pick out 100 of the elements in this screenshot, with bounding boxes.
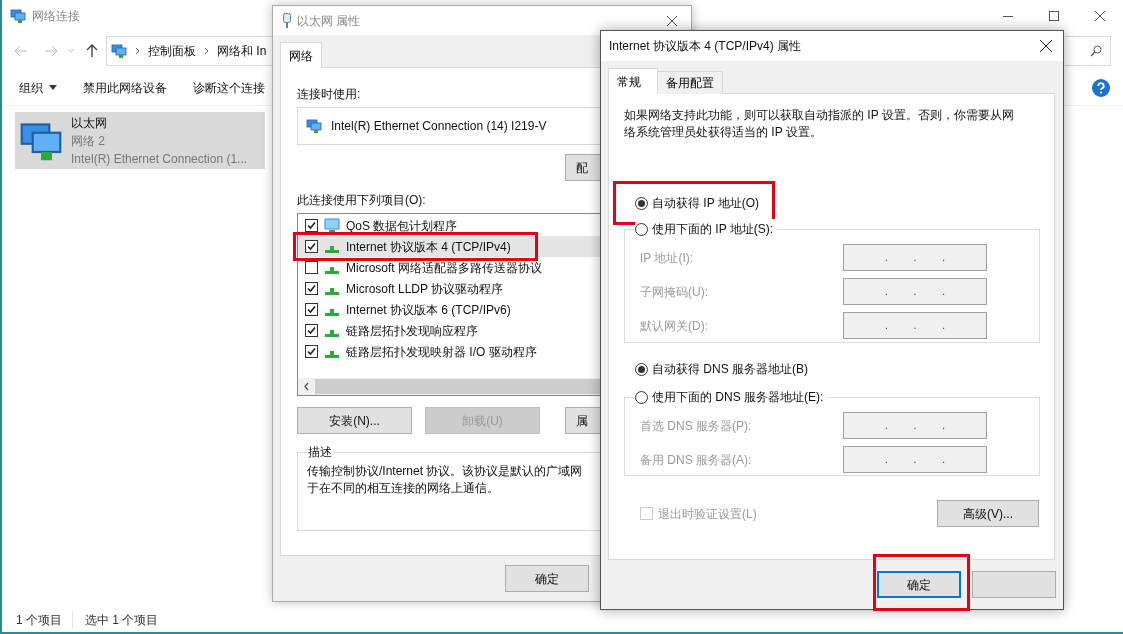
list-item[interactable]: QoS 数据包计划程序 <box>298 215 600 236</box>
list-item-label: Internet 协议版本 6 (TCP/IPv6) <box>346 301 511 319</box>
up-arrow-icon[interactable] <box>86 44 98 58</box>
octet-separator: . <box>913 453 917 467</box>
radio-button[interactable] <box>635 390 648 404</box>
button[interactable]: 配 <box>565 154 600 181</box>
toolbar-button[interactable]: 组织 <box>19 78 57 97</box>
maximize-icon <box>1049 11 1059 21</box>
network-protocol-icon <box>325 288 339 295</box>
list-item-label: Internet 协议版本 4 (TCP/IPv4) <box>346 238 511 256</box>
checkbox[interactable] <box>305 282 318 295</box>
radio-label: 自动获得 DNS 服务器地址(B) <box>652 361 808 378</box>
checkbox[interactable] <box>305 345 318 358</box>
network-icon <box>111 43 127 59</box>
checkbox[interactable] <box>305 219 318 232</box>
octet-separator: . <box>942 251 946 265</box>
octet-separator: . <box>913 319 917 333</box>
button[interactable]: 安装(N)... <box>297 407 412 434</box>
minimize-icon <box>1003 15 1013 17</box>
network-protocol-icon <box>325 330 339 337</box>
octet-separator: . <box>942 419 946 433</box>
list-item-label: QoS 数据包计划程序 <box>346 217 458 235</box>
network-name: 网络 2 <box>71 132 106 150</box>
field-label: 备用 DNS 服务器(A): <box>640 451 753 469</box>
octet-separator: . <box>884 285 888 299</box>
description-text: 传输控制协议/Internet 协议。该协议是默认的广域网 <box>307 463 584 480</box>
octet-separator: . <box>884 319 888 333</box>
radio-button[interactable] <box>635 222 648 236</box>
horizontal-scrollbar[interactable] <box>298 378 600 395</box>
group-title: 描述 <box>307 444 333 461</box>
connection-item[interactable]: 以太网 网络 2 Intel(R) Ethernet Connection (1... <box>15 112 265 169</box>
close-icon <box>667 15 677 26</box>
network-adapter-icon <box>306 118 322 134</box>
checkbox[interactable] <box>305 324 318 337</box>
close-icon <box>1095 11 1105 21</box>
close-icon <box>1040 40 1052 52</box>
breadcrumb-item[interactable]: 控制面板 <box>148 42 196 60</box>
tab[interactable]: 网络 <box>280 42 322 68</box>
list-item[interactable]: Internet 协议版本 6 (TCP/IPv6) <box>298 299 600 320</box>
button[interactable]: 确定 <box>877 571 961 598</box>
description-text: 于在不同的相互连接的网络上通信。 <box>307 480 500 497</box>
field-label: 子网掩码(U): <box>640 283 709 301</box>
radio-label: 使用下面的 IP 地址(S): <box>652 221 774 238</box>
octet-separator: . <box>942 453 946 467</box>
network-protocol-icon <box>325 246 339 253</box>
field-label: 此连接使用下列项目(O): <box>297 193 427 207</box>
monitor-icon <box>323 217 341 234</box>
chevron-icon <box>204 47 209 55</box>
tab[interactable]: 备用配置 <box>658 71 723 94</box>
checkbox[interactable] <box>305 261 318 274</box>
status-text: 1 个项目 <box>16 611 73 629</box>
network-protocol-icon <box>325 351 339 358</box>
radio-label: 使用下面的 DNS 服务器地址(E): <box>652 389 824 406</box>
tab[interactable]: 常规 <box>608 68 658 94</box>
octet-separator: . <box>884 453 888 467</box>
list-item-label: Microsoft LLDP 协议驱动程序 <box>346 280 504 298</box>
help-icon[interactable] <box>1092 78 1110 97</box>
window-title: 以太网 属性 <box>297 12 362 30</box>
network-icon <box>10 8 26 24</box>
field-label: 连接时使用: <box>297 87 362 101</box>
toolbar-button[interactable]: 诊断这个连接 <box>193 78 265 97</box>
octet-separator: . <box>884 251 888 265</box>
octet-separator: . <box>942 285 946 299</box>
network-protocol-icon <box>325 309 339 316</box>
button[interactable]: 确定 <box>505 565 589 592</box>
adapter-name: Intel(R) Ethernet Connection (1... <box>71 150 248 168</box>
address-bar[interactable]: 控制面板 网络和 In <box>106 36 272 66</box>
search-field[interactable] <box>1065 36 1111 66</box>
octet-separator: . <box>913 251 917 265</box>
list-item[interactable]: Microsoft LLDP 协议驱动程序 <box>298 278 600 299</box>
search-icon <box>1090 45 1102 57</box>
button[interactable]: 高级(V)... <box>937 500 1039 527</box>
octet-separator: . <box>913 419 917 433</box>
radio-button[interactable] <box>635 196 648 210</box>
button[interactable]: 属 <box>565 407 600 434</box>
octet-separator: . <box>942 319 946 333</box>
intro-text: 如果网络支持此功能，则可以获取自动指派的 IP 设置。否则，你需要从网络系统管理员处获得适当的 IP 设置。 <box>624 107 1015 141</box>
octet-separator: . <box>913 285 917 299</box>
octet-separator: . <box>884 419 888 433</box>
checkbox[interactable] <box>305 303 318 316</box>
radio-button[interactable] <box>635 362 648 376</box>
window-title: Internet 协议版本 4 (TCP/IPv4) 属性 <box>609 38 803 55</box>
connection-name: 以太网 <box>71 114 108 132</box>
checkbox[interactable] <box>305 240 318 253</box>
list-item[interactable]: 链路层拓扑发现映射器 I/O 驱动程序 <box>298 341 600 362</box>
chevron-icon <box>135 47 140 55</box>
window-title: 网络连接 <box>32 8 80 25</box>
list-item[interactable]: 链路层拓扑发现响应程序 <box>298 320 600 341</box>
list-item[interactable]: Microsoft 网络适配器多路传送器协议 <box>298 257 600 278</box>
breadcrumb-item[interactable]: 网络和 In <box>217 42 267 60</box>
field-label: IP 地址(I): <box>640 249 695 267</box>
list-item-label: 链路层拓扑发现响应程序 <box>346 322 478 340</box>
list-item-label: Microsoft 网络适配器多路传送器协议 <box>346 259 542 277</box>
radio-label: 自动获得 IP 地址(O) <box>652 195 760 212</box>
field-label: 首选 DNS 服务器(P): <box>640 417 753 435</box>
plug-icon <box>283 13 291 28</box>
list-item-label: 链路层拓扑发现映射器 I/O 驱动程序 <box>346 343 537 361</box>
toolbar-button[interactable]: 禁用此网络设备 <box>83 78 167 97</box>
network-protocol-icon <box>325 267 339 274</box>
adapter-name: Intel(R) Ethernet Connection (14) I219-V <box>331 118 547 135</box>
